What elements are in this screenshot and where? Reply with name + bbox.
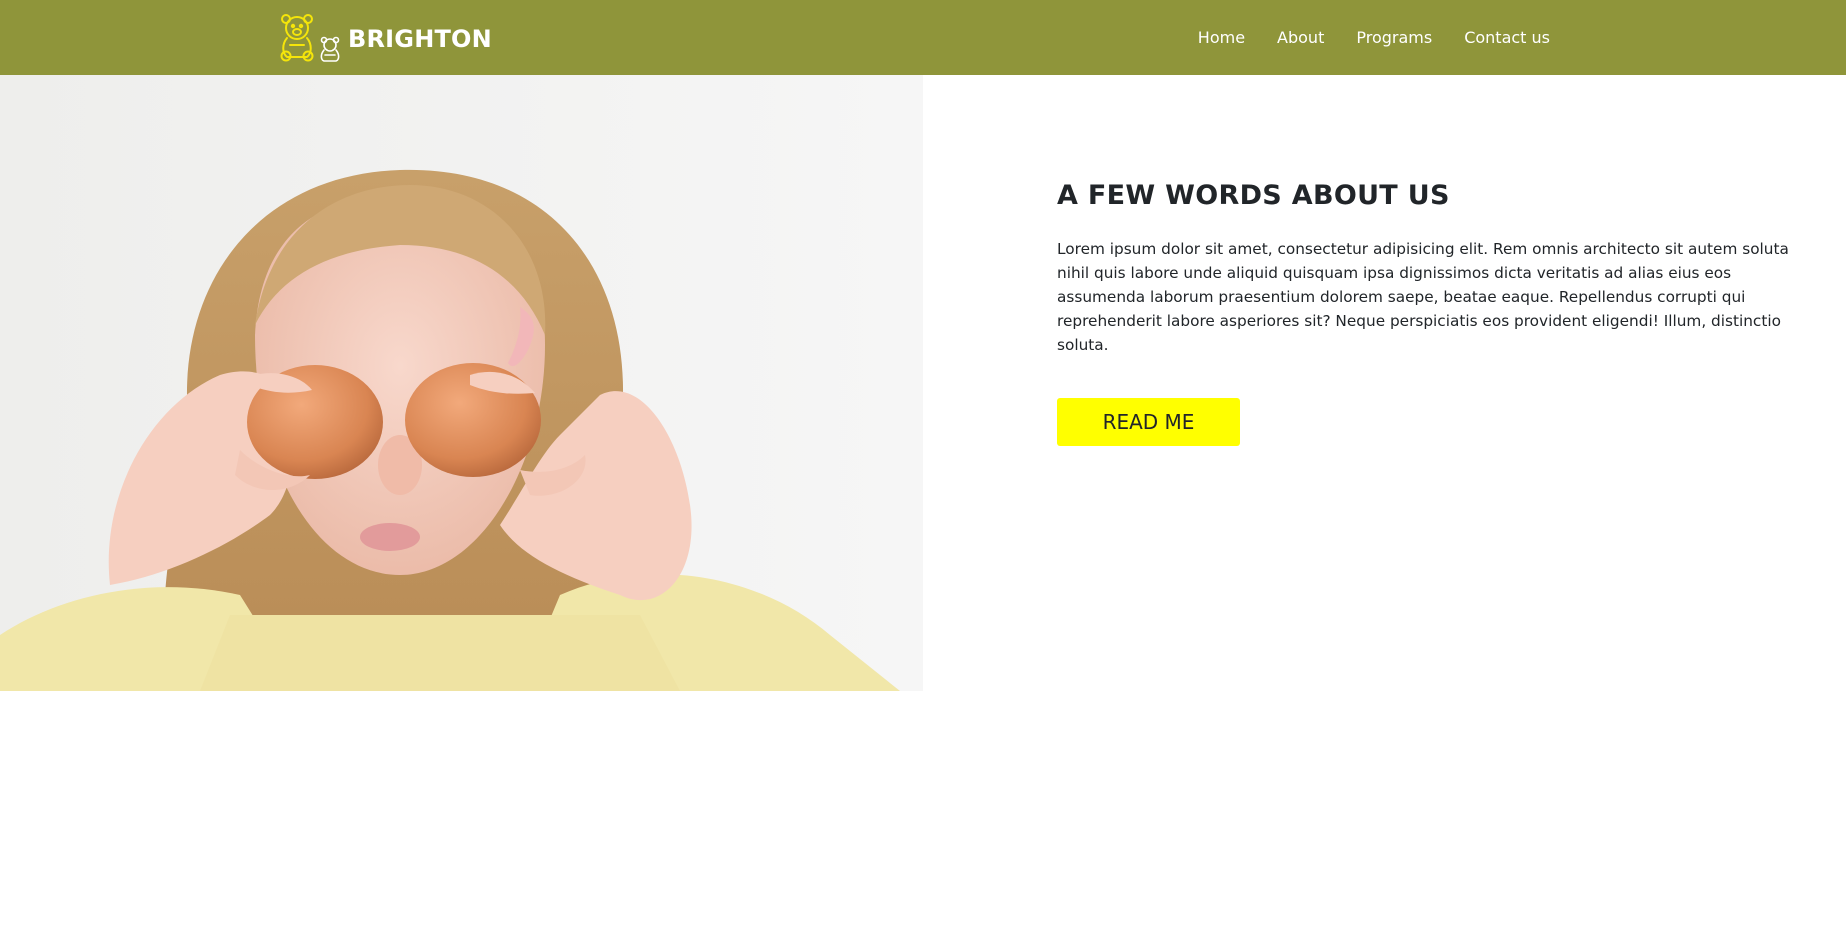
about-section: A FEW WORDS ABOUT US Lorem ipsum dolor s… [1057,180,1792,446]
nav-link-about[interactable]: About [1277,28,1324,49]
read-me-button[interactable]: READ ME [1057,398,1240,446]
teddy-bears-logo-icon [280,14,340,62]
nav-item-home: Home [1198,28,1245,47]
nav-link-home[interactable]: Home [1198,28,1245,49]
about-paragraph: Lorem ipsum dolor sit amet, consectetur … [1057,240,1789,354]
brand-link[interactable]: BRIGHTON [278,11,492,63]
nav-link-programs[interactable]: Programs [1356,28,1432,49]
main-nav: Home About Programs Contact us [1198,0,1550,75]
about-photo [0,75,923,691]
about-heading: A FEW WORDS ABOUT US [1057,180,1450,211]
brand-name: BRIGHTON [348,24,492,53]
nav-item-contact: Contact us [1464,28,1550,47]
navbar: BRIGHTON Home About Programs Contact us [0,0,1846,75]
nav-item-about: About [1277,28,1324,47]
nav-item-programs: Programs [1356,28,1432,47]
girl-holding-eggs-image [0,75,923,691]
nav-link-contact[interactable]: Contact us [1464,28,1550,49]
